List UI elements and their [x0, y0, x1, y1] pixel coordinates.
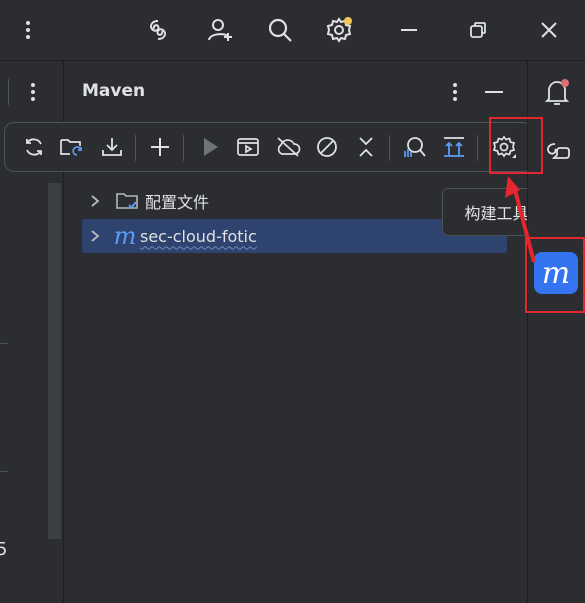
settings-badge-icon: [344, 17, 352, 25]
add-user-icon[interactable]: [204, 14, 236, 46]
toolbar-separator: [135, 135, 136, 161]
run-icon[interactable]: [195, 132, 225, 162]
toolbar-separator: [389, 135, 390, 161]
panel-options-kebab-icon[interactable]: [444, 79, 466, 105]
add-icon[interactable]: [145, 132, 175, 162]
skip-tests-icon[interactable]: [312, 132, 342, 162]
hide-panel-icon[interactable]: [482, 79, 506, 105]
truncated-text: 5: [0, 539, 8, 560]
ai-assistant-icon[interactable]: [142, 14, 174, 46]
maven-toolbar: [4, 122, 533, 172]
show-dependencies-icon[interactable]: [439, 132, 469, 162]
toolbar-separator: [477, 135, 478, 161]
main-menu-kebab-icon[interactable]: [12, 14, 44, 46]
reload-project-icon[interactable]: [57, 132, 87, 162]
execute-goal-icon[interactable]: [233, 132, 263, 162]
highlight-box: [489, 117, 543, 174]
analyze-dependencies-icon[interactable]: [399, 132, 429, 162]
title-bar: [0, 0, 585, 61]
tree-item-label: 配置文件: [145, 193, 210, 212]
divider: [0, 471, 8, 472]
separator: [8, 79, 9, 105]
chevron-right-icon[interactable]: [84, 194, 106, 208]
toolbar-separator: [183, 135, 184, 161]
divider: [0, 343, 8, 344]
settings-icon[interactable]: [323, 14, 355, 46]
maven-module-icon: m: [113, 222, 137, 250]
reload-all-icon[interactable]: [19, 132, 49, 162]
restore-window-icon[interactable]: [462, 14, 494, 46]
notification-badge-icon: [561, 79, 569, 87]
vertical-scrollbar[interactable]: [48, 183, 61, 539]
minimize-window-icon[interactable]: [393, 14, 425, 46]
search-icon[interactable]: [264, 14, 296, 46]
tree-item-label: sec-cloud-fotic: [140, 226, 257, 246]
panel-title: Maven: [82, 81, 146, 101]
offline-mode-icon[interactable]: [273, 132, 303, 162]
left-options-kebab-icon[interactable]: [22, 79, 44, 105]
close-window-icon[interactable]: [533, 14, 565, 46]
collapse-all-icon[interactable]: [351, 132, 381, 162]
notifications-icon[interactable]: [540, 75, 574, 109]
chevron-right-icon[interactable]: [84, 229, 106, 243]
download-icon[interactable]: [97, 132, 127, 162]
ai-chat-icon[interactable]: [540, 135, 574, 169]
highlight-box: [525, 237, 585, 313]
folder-icon: [112, 191, 142, 211]
